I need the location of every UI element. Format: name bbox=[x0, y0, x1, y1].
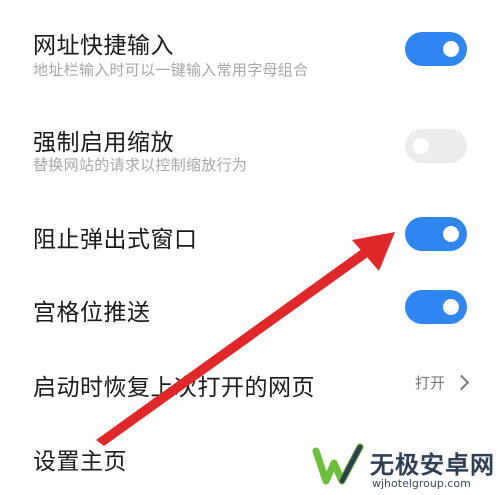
watermark-title: 无极安卓网 bbox=[370, 451, 495, 479]
block-popups-toggle[interactable] bbox=[405, 217, 467, 251]
setting-value: 打开 bbox=[415, 374, 446, 392]
setting-title: 阻止弹出式窗口 bbox=[33, 227, 198, 253]
setting-row-restore-pages[interactable]: 启动时恢复上次打开的网页 打开 bbox=[0, 340, 500, 420]
setting-title: 宫格位推送 bbox=[33, 300, 151, 326]
setting-subtitle: 替换网站的请求以控制缩放行为 bbox=[33, 156, 248, 174]
setting-row-force-zoom[interactable]: 强制启用缩放 替换网站的请求以控制缩放行为 bbox=[0, 98, 500, 190]
setting-title: 强制启用缩放 bbox=[33, 130, 174, 156]
browser-settings-screen: 网址快捷输入 地址栏输入时可以一键输入常用字母组合 强制启用缩放 替换网站的请求… bbox=[0, 0, 500, 495]
toggle-knob bbox=[443, 226, 459, 242]
chevron-right-icon bbox=[453, 374, 470, 391]
toggle-knob bbox=[443, 41, 459, 57]
toggle-knob bbox=[443, 299, 459, 315]
setting-row-url-quick-input[interactable]: 网址快捷输入 地址栏输入时可以一键输入常用字母组合 bbox=[0, 0, 500, 98]
setting-title: 设置主页 bbox=[33, 449, 127, 475]
setting-title: 启动时恢复上次打开的网页 bbox=[33, 375, 315, 401]
watermark: 无极安卓网 wjhotelgroup.com bbox=[312, 437, 500, 495]
force-zoom-toggle[interactable] bbox=[405, 129, 467, 163]
url-quick-input-toggle[interactable] bbox=[405, 32, 467, 66]
setting-row-grid-push[interactable]: 宫格位推送 bbox=[0, 278, 500, 340]
setting-row-block-popups[interactable]: 阻止弹出式窗口 bbox=[0, 190, 500, 278]
watermark-url: wjhotelgroup.com bbox=[372, 477, 471, 490]
setting-title: 网址快捷输入 bbox=[33, 33, 174, 59]
w-check-logo-icon bbox=[312, 443, 364, 485]
grid-push-toggle[interactable] bbox=[405, 290, 467, 324]
toggle-knob bbox=[413, 138, 429, 154]
setting-subtitle: 地址栏输入时可以一键输入常用字母组合 bbox=[33, 61, 309, 79]
